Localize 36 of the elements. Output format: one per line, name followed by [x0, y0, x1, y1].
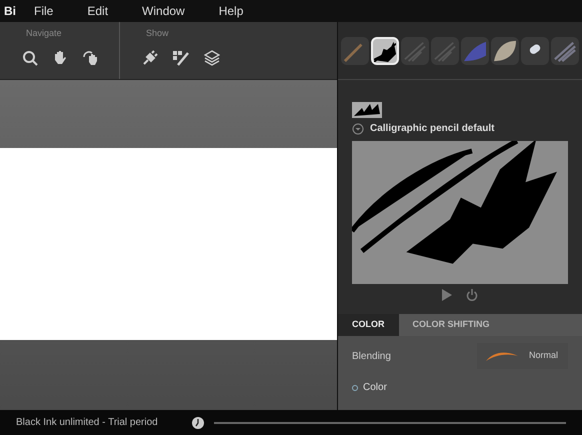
rotate-hand-icon[interactable] — [82, 50, 100, 66]
power-icon[interactable] — [466, 289, 478, 301]
toolbar-group-title: Navigate — [25, 27, 63, 40]
search-icon[interactable] — [22, 50, 38, 66]
blending-label: Blending — [352, 350, 391, 364]
toolbar-group-title: Show — [145, 27, 170, 40]
calligraphic-brush-icon — [374, 40, 396, 62]
hand-icon[interactable] — [52, 50, 68, 66]
stroke-swatch-icon — [484, 350, 519, 362]
menu-item[interactable]: File — [34, 2, 54, 20]
menu-item[interactable]: Window — [142, 2, 185, 20]
pencil-brush-icon — [434, 40, 456, 62]
pencil-brush-icon — [404, 40, 426, 62]
menu-item[interactable]: Help — [218, 2, 244, 20]
panel-tab[interactable]: COLOR SHIFTING — [398, 314, 504, 336]
brush-grid-icon[interactable] — [172, 50, 190, 66]
radio-indicator[interactable] — [352, 384, 358, 390]
status-text: Black Ink unlimited - Trial period — [16, 416, 158, 430]
brush-preset-button[interactable] — [491, 36, 519, 64]
menu-item[interactable]: Edit — [87, 2, 108, 20]
panel-tab[interactable]: COLOR — [338, 314, 398, 336]
play-icon[interactable] — [442, 289, 452, 301]
color-label: Color — [363, 381, 387, 395]
watercolor-brush-icon — [464, 40, 486, 62]
blending-selector[interactable]: Normal — [476, 343, 568, 369]
timer-icon — [192, 416, 204, 428]
dropdown-icon[interactable] — [352, 122, 364, 134]
brush-preset-button[interactable] — [371, 36, 399, 64]
smudge-brush-icon — [494, 40, 516, 62]
brush-thumbnail-icon — [352, 102, 382, 118]
hatch-brush-icon — [554, 40, 576, 62]
app-logo: Bi — [3, 3, 17, 20]
brush-preset-button[interactable] — [521, 36, 549, 64]
brush-name: Calligraphic pencil default — [370, 122, 494, 136]
layers-icon[interactable] — [204, 50, 220, 66]
plug-icon[interactable] — [142, 50, 158, 66]
